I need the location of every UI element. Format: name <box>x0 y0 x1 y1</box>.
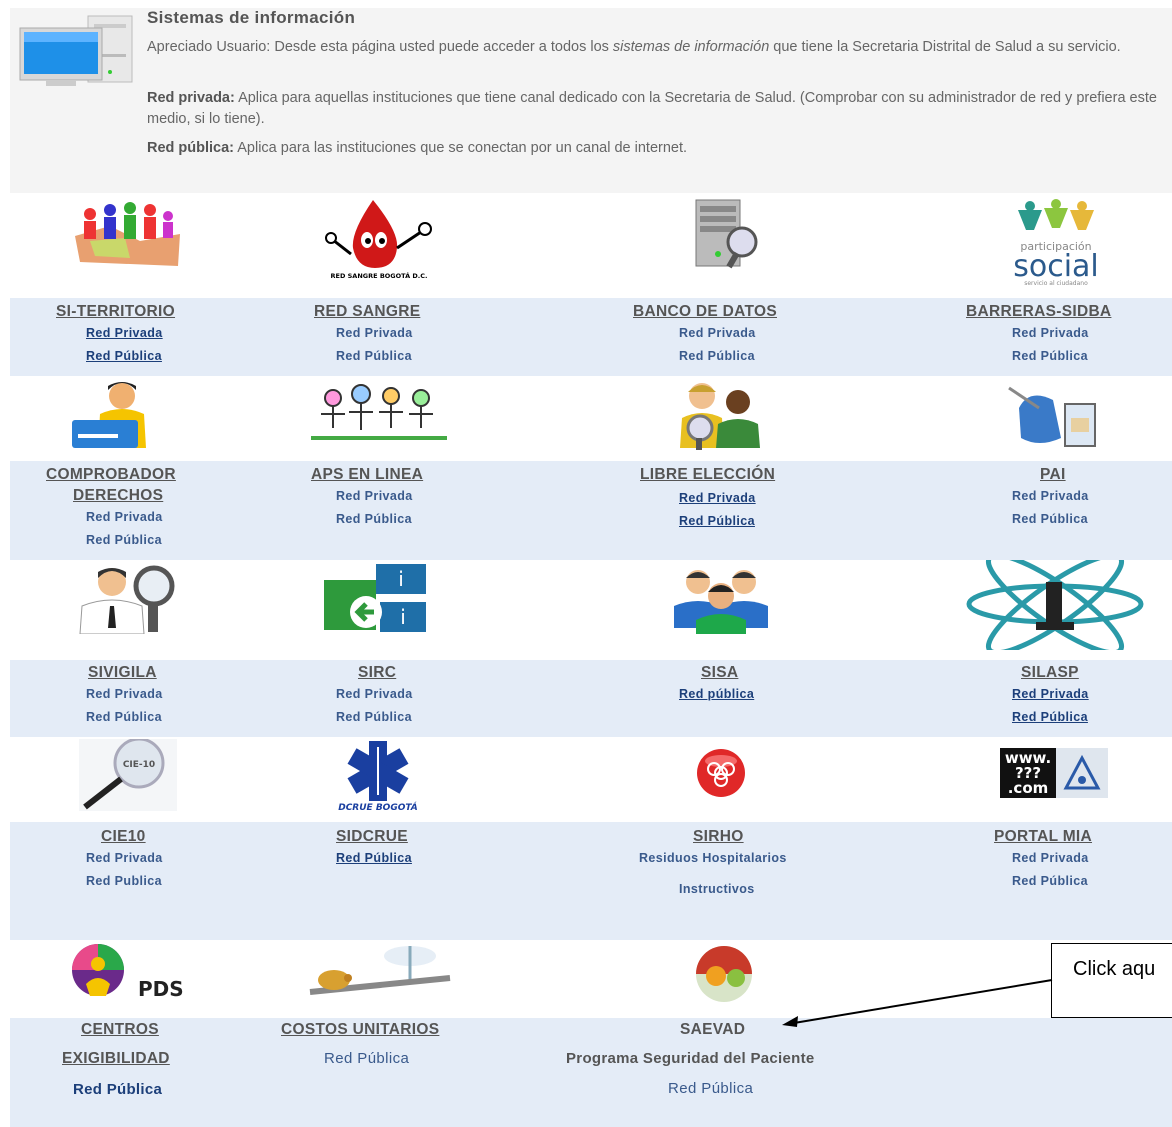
banco-datos-server-icon[interactable] <box>686 196 766 270</box>
sirc-red-publica-link[interactable]: Red Pública <box>336 710 412 724</box>
svg-text:DCRUE BOGOTÁ: DCRUE BOGOTÁ <box>338 801 418 813</box>
centros-red-publica-link[interactable]: Red Pública <box>73 1081 162 1098</box>
costos-title[interactable]: COSTOS UNITARIOS <box>281 1021 439 1039</box>
computer-monitor-icon <box>19 15 133 86</box>
row-4-image-band <box>10 737 1172 822</box>
info-header: Sistemas de información Apreciado Usuari… <box>10 8 1172 193</box>
sidcrue-title[interactable]: SIDCRUE <box>336 828 408 846</box>
saevad-logo[interactable] <box>674 942 770 1006</box>
aps-red-publica-link[interactable]: Red Pública <box>336 512 412 526</box>
sivigila-magnifier-man-icon[interactable] <box>74 562 184 634</box>
libre-eleccion-people-magnifier-icon[interactable] <box>666 378 776 450</box>
sisa-title[interactable]: SISA <box>701 664 738 682</box>
sirc-info-documents-icon[interactable]: i i <box>322 562 428 634</box>
pai-red-privada-link[interactable]: Red Privada <box>1012 489 1089 503</box>
svg-text:RED SANGRE BOGOTÁ D.C.: RED SANGRE BOGOTÁ D.C. <box>331 271 428 280</box>
comprobador-user-card-icon[interactable] <box>70 378 160 450</box>
red-sangre-blood-drop-icon[interactable]: RED SANGRE BOGOTÁ D.C. <box>311 196 447 282</box>
silasp-red-privada-link[interactable]: Red Privada <box>1012 687 1089 701</box>
public-network-note: Red pública: Aplica para las institucion… <box>147 140 688 156</box>
cie10-title[interactable]: CIE10 <box>101 828 146 846</box>
libre-eleccion-title[interactable]: LIBRE ELECCIÓN <box>640 466 775 484</box>
row-2-link-band <box>10 461 1172 560</box>
saevad-subtitle: Programa Seguridad del Paciente <box>566 1050 815 1067</box>
pai-vaccine-icon[interactable] <box>999 378 1111 452</box>
comprobador-red-privada-link[interactable]: Red Privada <box>86 510 163 524</box>
sivigila-red-publica-link[interactable]: Red Pública <box>86 710 162 724</box>
sisa-group-icon[interactable] <box>666 562 776 634</box>
intro-text: Apreciado Usuario: Desde esta página ust… <box>147 39 1121 55</box>
saevad-title[interactable]: SAEVAD <box>680 1021 745 1039</box>
red-sangre-title[interactable]: RED SANGRE <box>314 303 420 321</box>
si-territorio-people-icon[interactable] <box>70 196 186 270</box>
sirho-instructivos-link[interactable]: Instructivos <box>679 882 755 896</box>
red-sangre-red-publica-link[interactable]: Red Pública <box>336 349 412 363</box>
row-3-link-band <box>10 660 1172 737</box>
row-2-image-band <box>10 376 1172 461</box>
aps-title[interactable]: APS EN LINEA <box>311 466 423 484</box>
libre-eleccion-red-privada-link[interactable]: Red Privada <box>679 491 756 505</box>
comprobador-title-line1[interactable]: COMPROBADOR <box>46 466 176 484</box>
centros-title-line1[interactable]: CENTROS <box>81 1021 159 1039</box>
sirho-residuos-link[interactable]: Residuos Hospitalarios <box>639 851 787 865</box>
comprobador-red-publica-link[interactable]: Red Pública <box>86 533 162 547</box>
cie10-magnifier-icon[interactable]: CIE-10 <box>79 739 177 811</box>
barreras-red-privada-link[interactable]: Red Privada <box>1012 326 1089 340</box>
svg-text:CIE-10: CIE-10 <box>123 760 155 770</box>
svg-text:.com: .com <box>1008 779 1049 797</box>
portal-mia-www-icon[interactable]: www. ??? .com <box>1000 748 1108 798</box>
centros-title-line2[interactable]: EXIGIBILIDAD <box>62 1050 170 1068</box>
si-territorio-title[interactable]: SI-TERRITORIO <box>56 303 175 321</box>
cie10-red-privada-link[interactable]: Red Privada <box>86 851 163 865</box>
saevad-red-publica-link[interactable]: Red Pública <box>668 1080 753 1097</box>
svg-text:i: i <box>398 567 404 591</box>
silasp-title[interactable]: SILASP <box>1021 664 1079 682</box>
svg-text:social: social <box>1013 249 1099 284</box>
sisa-red-publica-link[interactable]: Red pública <box>679 687 754 701</box>
costos-red-publica-link[interactable]: Red Pública <box>324 1050 409 1067</box>
svg-text:i: i <box>400 605 406 629</box>
libre-eleccion-red-publica-link[interactable]: Red Pública <box>679 514 755 528</box>
centros-pds-logo[interactable]: PDS <box>68 942 188 1002</box>
si-territorio-red-privada-link[interactable]: Red Privada <box>86 326 163 340</box>
banco-datos-title[interactable]: BANCO DE DATOS <box>633 303 777 321</box>
svg-text:PDS: PDS <box>138 977 184 1001</box>
barreras-participacion-social-logo[interactable]: participación social servicio al ciudada… <box>1000 196 1112 288</box>
sivigila-red-privada-link[interactable]: Red Privada <box>86 687 163 701</box>
page-title: Sistemas de información <box>147 8 356 27</box>
comprobador-title-line2[interactable]: DERECHOS <box>73 487 163 505</box>
silasp-red-publica-link[interactable]: Red Pública <box>1012 710 1088 724</box>
portal-mia-red-privada-link[interactable]: Red Privada <box>1012 851 1089 865</box>
sirho-title[interactable]: SIRHO <box>693 828 744 846</box>
banco-datos-red-publica-link[interactable]: Red Pública <box>679 349 755 363</box>
sidcrue-red-publica-link[interactable]: Red Pública <box>336 851 412 865</box>
barreras-title[interactable]: BARRERAS-SIDBA <box>966 303 1111 321</box>
pai-title[interactable]: PAI <box>1040 466 1066 484</box>
portal-mia-title[interactable]: PORTAL MIA <box>994 828 1092 846</box>
aps-red-privada-link[interactable]: Red Privada <box>336 489 413 503</box>
click-here-callout: Click aqu <box>1051 943 1172 1018</box>
sivigila-title[interactable]: SIVIGILA <box>88 664 157 682</box>
red-sangre-red-privada-link[interactable]: Red Privada <box>336 326 413 340</box>
si-territorio-red-publica-link[interactable]: Red Pública <box>86 349 162 363</box>
sirc-red-privada-link[interactable]: Red Privada <box>336 687 413 701</box>
row-5-link-band <box>10 1018 1172 1127</box>
sirho-biohazard-icon[interactable] <box>666 739 776 811</box>
cie10-red-publica-link[interactable]: Red Publica <box>86 874 162 888</box>
aps-children-drawing-icon[interactable] <box>311 378 447 446</box>
pai-red-publica-link[interactable]: Red Pública <box>1012 512 1088 526</box>
barreras-red-publica-link[interactable]: Red Pública <box>1012 349 1088 363</box>
banco-datos-red-privada-link[interactable]: Red Privada <box>679 326 756 340</box>
svg-text:servicio al ciudadano: servicio al ciudadano <box>1024 280 1088 287</box>
sirc-title[interactable]: SIRC <box>358 664 396 682</box>
sidcrue-star-of-life-icon[interactable]: DCRUE BOGOTÁ <box>310 739 446 813</box>
callout-arrow-icon <box>782 979 1053 1027</box>
private-network-note: Red privada: Aplica para aquellas instit… <box>147 90 1157 127</box>
portal-mia-red-publica-link[interactable]: Red Pública <box>1012 874 1088 888</box>
costos-piggybank-scale-icon[interactable] <box>300 942 460 1004</box>
silasp-microscope-atom-icon[interactable] <box>966 560 1144 650</box>
